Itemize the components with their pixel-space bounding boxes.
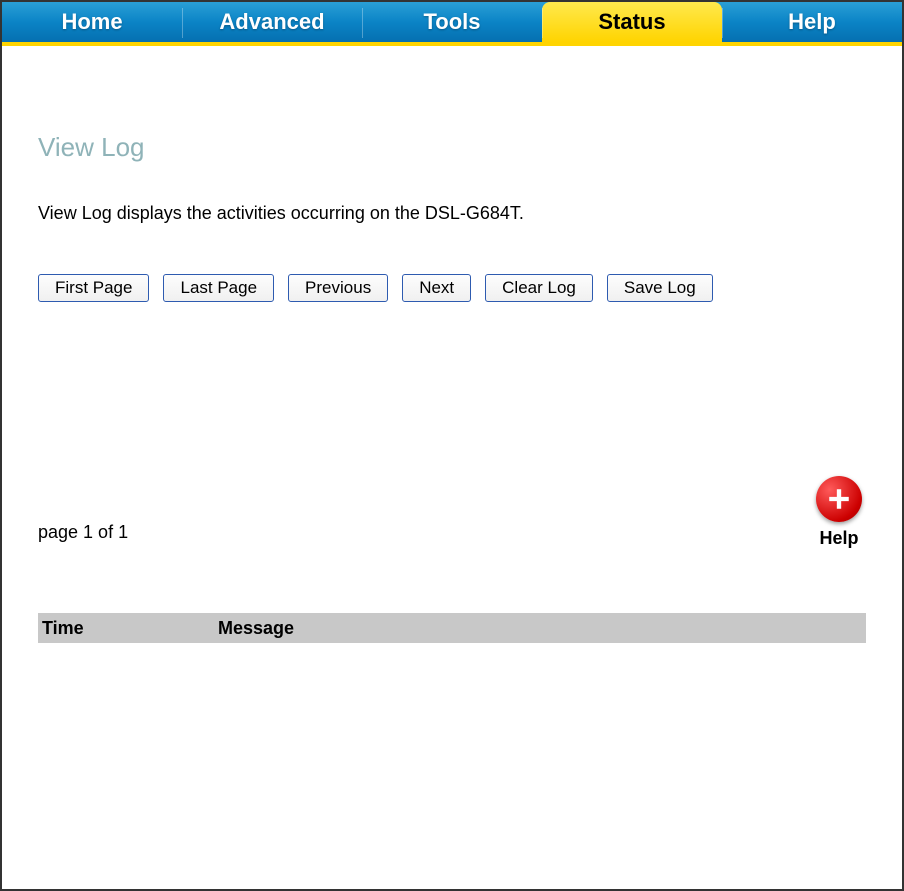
last-page-button[interactable]: Last Page: [163, 274, 274, 302]
nav-tabs: Home Advanced Tools Status Help: [2, 2, 902, 46]
help-label: Help: [816, 528, 862, 549]
tab-advanced[interactable]: Advanced: [182, 2, 362, 42]
clear-log-button[interactable]: Clear Log: [485, 274, 593, 302]
page-indicator: page 1 of 1: [38, 522, 866, 543]
tab-tools[interactable]: Tools: [362, 2, 542, 42]
save-log-button[interactable]: Save Log: [607, 274, 713, 302]
first-page-button[interactable]: First Page: [38, 274, 149, 302]
page-title: View Log: [38, 132, 866, 163]
tab-status[interactable]: Status: [542, 2, 722, 42]
content-area: View Log View Log displays the activitie…: [2, 46, 902, 885]
column-header-message: Message: [218, 618, 866, 639]
page-description: View Log displays the activities occurri…: [38, 203, 866, 224]
log-table-header: Time Message: [38, 613, 866, 643]
tab-help[interactable]: Help: [722, 2, 902, 42]
next-button[interactable]: Next: [402, 274, 471, 302]
column-header-time: Time: [38, 618, 218, 639]
plus-icon: [816, 476, 862, 522]
previous-button[interactable]: Previous: [288, 274, 388, 302]
help-widget[interactable]: Help: [816, 476, 862, 549]
tab-home[interactable]: Home: [2, 2, 182, 42]
button-row: First Page Last Page Previous Next Clear…: [38, 274, 866, 302]
